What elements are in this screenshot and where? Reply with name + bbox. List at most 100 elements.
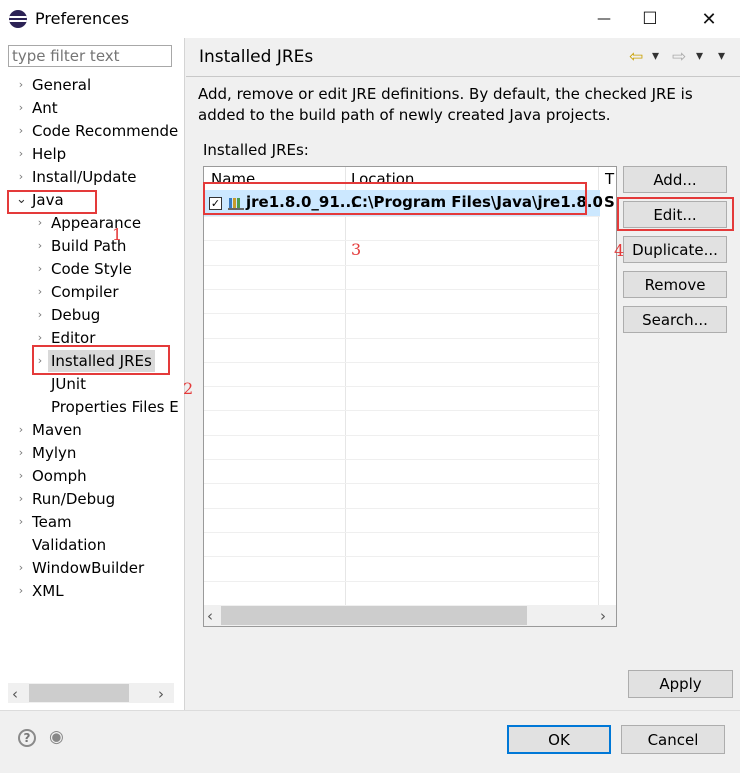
annotation-step-4: 4: [614, 241, 625, 260]
chevron-right-icon[interactable]: ›: [16, 580, 26, 602]
tree-item-label: Compiler: [51, 283, 119, 301]
maximize-button[interactable]: ☐: [627, 0, 673, 38]
table-type-column-area: [600, 167, 616, 605]
filter-input[interactable]: [8, 45, 172, 67]
chevron-right-icon[interactable]: ›: [35, 258, 45, 280]
tree-item-label: Team: [32, 513, 72, 531]
tree-item[interactable]: › General: [0, 74, 184, 96]
installed-jres-label: Installed JREs:: [203, 141, 309, 159]
tree-item[interactable]: › Ant: [0, 97, 184, 119]
help-icon[interactable]: ?: [18, 729, 36, 747]
table-scroll-thumb[interactable]: [221, 606, 527, 625]
table-row-divider: [204, 581, 600, 582]
tree-item[interactable]: › Compiler: [0, 281, 184, 303]
chevron-right-icon[interactable]: ›: [35, 281, 45, 303]
tree-item-label: Install/Update: [32, 168, 137, 186]
tree-item[interactable]: › Code Recommende: [0, 120, 184, 142]
tree-item[interactable]: Validation: [0, 534, 184, 556]
tree-item-label: Appearance: [51, 214, 142, 232]
ok-button[interactable]: OK: [507, 725, 611, 754]
chevron-right-icon[interactable]: ›: [16, 97, 26, 119]
jre-table[interactable]: [203, 166, 617, 627]
remove-button[interactable]: Remove: [623, 271, 727, 298]
tree-item[interactable]: Properties Files E: [0, 396, 184, 418]
column-header-type[interactable]: T: [605, 167, 614, 189]
chevron-right-icon[interactable]: ›: [35, 304, 45, 326]
search-button[interactable]: Search...: [623, 306, 727, 333]
table-row-divider: [204, 410, 600, 411]
chevron-right-icon[interactable]: ›: [16, 120, 26, 142]
cancel-button[interactable]: Cancel: [621, 725, 725, 754]
tree-item[interactable]: › Code Style: [0, 258, 184, 280]
back-dropdown-icon[interactable]: ▾: [652, 48, 659, 64]
back-icon[interactable]: ⇦: [629, 47, 643, 67]
tree-scroll-right-icon[interactable]: ›: [158, 685, 164, 703]
tree-item[interactable]: › Team: [0, 511, 184, 533]
table-row-divider: [204, 289, 600, 290]
tree-item-label: Oomph: [32, 467, 87, 485]
tree-item-label: Mylyn: [32, 444, 77, 462]
chevron-right-icon[interactable]: ›: [16, 442, 26, 464]
tree-item[interactable]: JUnit: [0, 373, 184, 395]
maximize-icon: ☐: [642, 9, 658, 29]
chevron-right-icon[interactable]: ›: [16, 166, 26, 188]
tree-item[interactable]: › Build Path: [0, 235, 184, 257]
chevron-right-icon[interactable]: ›: [16, 143, 26, 165]
table-row-divider: [204, 459, 600, 460]
table-row-divider: [204, 216, 600, 217]
forward-dropdown-icon[interactable]: ▾: [696, 48, 703, 64]
tree-scroll-thumb[interactable]: [29, 684, 129, 702]
footer-divider: [0, 710, 740, 711]
tree-item[interactable]: › Maven: [0, 419, 184, 441]
close-button[interactable]: ✕: [686, 0, 732, 38]
tree-item-label: Debug: [51, 306, 101, 324]
table-scroll-left-icon[interactable]: ‹: [207, 607, 213, 625]
annotation-box-java: [7, 190, 97, 214]
tree-item-label: Code Style: [51, 260, 132, 278]
close-icon: ✕: [701, 8, 717, 30]
tree-item[interactable]: › Help: [0, 143, 184, 165]
chevron-right-icon[interactable]: ›: [16, 511, 26, 533]
table-scroll-right-icon[interactable]: ›: [600, 607, 606, 625]
annotation-step-1: 1: [112, 225, 123, 244]
import-export-icon[interactable]: ◉: [49, 727, 64, 747]
table-row-divider: [204, 313, 600, 314]
view-menu-icon[interactable]: ▾: [718, 48, 725, 64]
chevron-right-icon[interactable]: ›: [16, 465, 26, 487]
chevron-right-icon[interactable]: ›: [16, 74, 26, 96]
table-row-divider: [204, 508, 600, 509]
tree-item[interactable]: › Appearance: [0, 212, 184, 234]
jre-type-cell: S: [604, 193, 615, 211]
tree-item[interactable]: › WindowBuilder: [0, 557, 184, 579]
tree-item[interactable]: › Run/Debug: [0, 488, 184, 510]
tree-item[interactable]: › Install/Update: [0, 166, 184, 188]
forward-icon[interactable]: ⇨: [672, 47, 686, 67]
eclipse-icon: [9, 10, 27, 28]
chevron-right-icon[interactable]: ›: [16, 419, 26, 441]
table-row-divider: [204, 556, 600, 557]
table-row-divider: [204, 338, 600, 339]
chevron-right-icon[interactable]: ›: [16, 557, 26, 579]
table-row-divider: [204, 435, 600, 436]
tree-item[interactable]: › XML: [0, 580, 184, 602]
page-description: Add, remove or edit JRE definitions. By …: [198, 85, 693, 124]
table-row-divider: [204, 532, 600, 533]
add-button[interactable]: Add...: [623, 166, 727, 193]
annotation-box-jre-row: [203, 182, 587, 215]
table-row-divider: [204, 265, 600, 266]
minimize-button[interactable]: —: [581, 0, 627, 38]
tree-item-label: Maven: [32, 421, 82, 439]
chevron-right-icon[interactable]: ›: [35, 235, 45, 257]
tree-item[interactable]: › Debug: [0, 304, 184, 326]
chevron-right-icon[interactable]: ›: [35, 212, 45, 234]
tree-item[interactable]: › Oomph: [0, 465, 184, 487]
tree-item[interactable]: › Mylyn: [0, 442, 184, 464]
tree-item-label: Code Recommende: [32, 122, 179, 140]
annotation-step-3: 3: [351, 240, 362, 259]
duplicate-button[interactable]: Duplicate...: [623, 236, 727, 263]
apply-button[interactable]: Apply: [628, 670, 733, 698]
tree-item-label: Help: [32, 145, 67, 163]
tree-scroll-left-icon[interactable]: ‹: [12, 685, 18, 703]
chevron-right-icon[interactable]: ›: [16, 488, 26, 510]
tree-item-label: Ant: [32, 99, 58, 117]
